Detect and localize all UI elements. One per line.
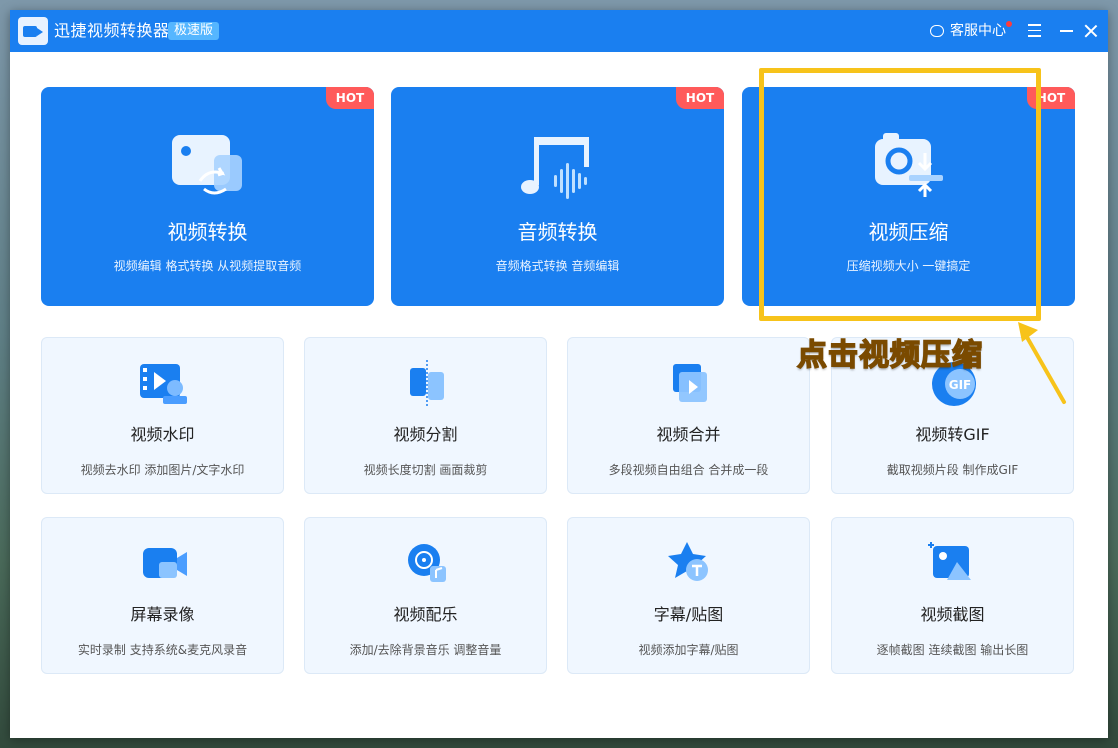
card-title: 音频转换 xyxy=(517,220,598,244)
card-desc: 多段视频自由组合 合并成一段 xyxy=(608,463,769,477)
card-desc: 视频添加字幕/贴图 xyxy=(638,643,739,657)
subtitle-icon xyxy=(668,542,708,581)
card-desc: 视频编辑 格式转换 从视频提取音频 xyxy=(113,259,302,273)
subtitle-card[interactable]: 字幕/贴图 视频添加字幕/贴图 xyxy=(567,517,810,674)
merge-icon xyxy=(673,364,707,402)
screenshot-card[interactable]: 视频截图 逐帧截图 连续截图 输出长图 xyxy=(831,517,1074,674)
screenshot-icon xyxy=(928,542,971,580)
card-title: 字幕/贴图 xyxy=(653,605,724,624)
card-title: 视频转GIF xyxy=(915,425,990,444)
video-convert-card[interactable]: HOT 视频转换 视频编辑 格式转换 从视频提取音频 xyxy=(41,87,374,306)
card-desc: 逐帧截图 连续截图 输出长图 xyxy=(876,643,1029,657)
card-title: 视频分割 xyxy=(393,425,458,444)
card-desc: 视频长度切割 画面裁剪 xyxy=(363,463,488,477)
audio-convert-icon xyxy=(521,137,589,199)
annotation-arrow-icon xyxy=(1018,322,1066,404)
screen-record-card[interactable]: 屏幕录像 实时录制 支持系统&麦克风录音 xyxy=(41,517,284,674)
split-icon xyxy=(410,360,444,408)
gif-icon-text: GIF xyxy=(949,378,972,392)
menu-icon[interactable] xyxy=(1028,24,1041,38)
card-title: 视频转换 xyxy=(167,220,248,244)
card-desc: 实时录制 支持系统&麦克风录音 xyxy=(77,643,248,657)
watermark-card[interactable]: 视频水印 视频去水印 添加图片/文字水印 xyxy=(41,337,284,494)
card-title: 视频合并 xyxy=(656,425,721,444)
title-bar: 迅捷视频转换器 极速版 客服中心 xyxy=(10,10,1108,52)
card-title: 视频配乐 xyxy=(393,605,458,624)
chat-icon xyxy=(930,25,944,37)
card-desc: 添加/去除背景音乐 调整音量 xyxy=(349,643,502,657)
card-desc: 截取视频片段 制作成GIF xyxy=(886,463,1019,477)
card-title: 视频水印 xyxy=(130,425,195,444)
video-convert-icon xyxy=(172,135,242,195)
support-label: 客服中心 xyxy=(950,23,1006,39)
app-title: 迅捷视频转换器 xyxy=(54,21,170,40)
card-title: 视频截图 xyxy=(920,605,985,624)
highlight-box xyxy=(759,68,1041,321)
split-card[interactable]: 视频分割 视频长度切割 画面裁剪 xyxy=(304,337,547,494)
support-center-button[interactable]: 客服中心 xyxy=(930,21,1012,41)
minimize-icon[interactable] xyxy=(1060,30,1073,32)
notification-dot xyxy=(1006,21,1012,27)
card-desc: 音频格式转换 音频编辑 xyxy=(495,259,620,273)
annotation-callout: 点击视频压缩 xyxy=(796,337,983,374)
hot-badge: HOT xyxy=(676,87,724,109)
card-title: 屏幕录像 xyxy=(130,605,195,624)
edition-badge: 极速版 xyxy=(168,22,220,40)
app-logo-icon xyxy=(18,17,48,45)
music-card[interactable]: 视频配乐 添加/去除背景音乐 调整音量 xyxy=(304,517,547,674)
watermark-icon xyxy=(140,364,187,404)
screen-record-icon xyxy=(143,548,187,578)
hot-badge: HOT xyxy=(326,87,374,109)
audio-convert-card[interactable]: HOT 音频转换 音频格式转换 音频编辑 xyxy=(391,87,724,306)
merge-card[interactable]: 视频合并 多段视频自由组合 合并成一段 xyxy=(567,337,810,494)
card-desc: 视频去水印 添加图片/文字水印 xyxy=(80,463,245,477)
music-icon xyxy=(408,544,446,582)
close-icon[interactable] xyxy=(1082,22,1100,40)
